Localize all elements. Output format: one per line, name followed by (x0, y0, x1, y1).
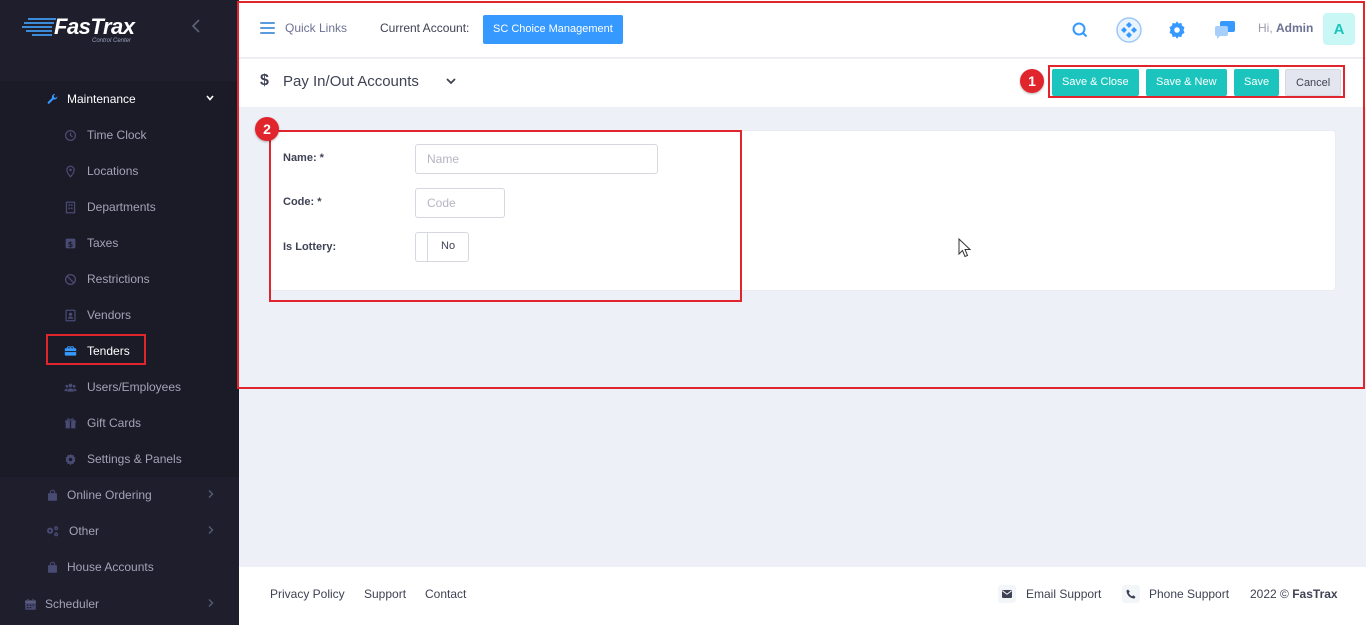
clock-icon (63, 128, 77, 142)
bag-icon (45, 488, 59, 502)
wrench-icon (45, 92, 59, 106)
fastrax-logo[interactable]: FasTrax Control Center (22, 12, 142, 46)
building-icon (63, 200, 77, 214)
top-header: Quick Links Current Account: SC Choice M… (239, 0, 1366, 58)
sidebar-item-locations[interactable]: Locations (0, 153, 239, 189)
user-greeting[interactable]: Hi, Admin (1258, 21, 1313, 35)
search-icon[interactable] (1066, 16, 1094, 44)
brand-name: FasTrax (54, 14, 135, 39)
user-name: Admin (1276, 21, 1314, 35)
users-icon (63, 380, 77, 394)
dollar-icon: $ (63, 236, 77, 250)
action-buttons-highlight-box (1048, 65, 1345, 98)
contact-icon (63, 308, 77, 322)
sidebar-item-settings-panels[interactable]: Settings & Panels (0, 441, 239, 477)
phone-support-link[interactable]: Phone Support (1149, 587, 1229, 601)
sidebar-item-online-ordering[interactable]: Online Ordering (0, 477, 239, 513)
sidebar-item-label: Users/Employees (87, 380, 182, 394)
bag-icon (45, 560, 59, 574)
sidebar-item-label: Time Clock (87, 128, 147, 142)
gears-icon (43, 524, 61, 538)
copyright-brand: FasTrax (1292, 587, 1338, 601)
chevron-right-icon (207, 489, 215, 502)
sidebar-item-time-clock[interactable]: Time Clock (0, 117, 239, 153)
current-account-label: Current Account: (380, 21, 470, 35)
sidebar-item-label: Vendors (87, 308, 132, 322)
sidebar-item-label: Online Ordering (67, 488, 152, 502)
map-pin-icon (63, 164, 77, 178)
tenders-highlight-box (46, 334, 146, 365)
annotation-badge-1: 1 (1020, 69, 1044, 93)
chevron-down-icon[interactable] (445, 75, 457, 87)
sidebar-item-other[interactable]: Other (0, 513, 239, 549)
greeting-prefix: Hi, (1258, 21, 1273, 35)
chevron-left-icon[interactable] (190, 18, 202, 39)
ban-icon (63, 272, 77, 286)
sidebar-item-maintenance[interactable]: Maintenance (0, 81, 239, 117)
sidebar-item-label: Locations (87, 164, 139, 178)
settings-gear-icon[interactable] (1163, 16, 1191, 44)
menu-icon[interactable] (260, 22, 275, 34)
svg-text:$: $ (67, 238, 73, 248)
email-support-link[interactable]: Email Support (1026, 587, 1101, 601)
quick-links-button[interactable]: Quick Links (285, 21, 347, 35)
sidebar-item-restrictions[interactable]: Restrictions (0, 261, 239, 297)
envelope-icon (998, 585, 1016, 603)
sidebar-item-label: House Accounts (67, 560, 154, 574)
gear-icon (63, 452, 77, 466)
app-switcher-icon[interactable] (1115, 16, 1143, 44)
sidebar-item-departments[interactable]: Departments (0, 189, 239, 225)
sidebar-item-label: Departments (87, 200, 156, 214)
chevron-right-icon (207, 525, 215, 538)
sidebar-item-taxes[interactable]: $ Taxes (0, 225, 239, 261)
sidebar-item-label: Restrictions (87, 272, 150, 286)
dollar-sign-icon: $ (260, 72, 269, 89)
support-link[interactable]: Support (364, 587, 406, 601)
chat-icon[interactable] (1211, 16, 1239, 44)
avatar[interactable]: A (1323, 13, 1355, 45)
page-title[interactable]: Pay In/Out Accounts (283, 73, 419, 90)
current-account-button[interactable]: SC Choice Management (483, 15, 623, 44)
annotation-badge-2: 2 (255, 117, 279, 141)
privacy-policy-link[interactable]: Privacy Policy (270, 587, 345, 601)
footer: Privacy Policy Support Contact Email Sup… (239, 567, 1366, 625)
chevron-right-icon (207, 598, 215, 611)
sidebar-item-house-accounts[interactable]: House Accounts (0, 549, 239, 585)
sidebar-item-label: Scheduler (45, 597, 100, 611)
sidebar-item-label: Taxes (87, 236, 119, 250)
form-fields-highlight-box (269, 130, 742, 302)
sidebar-item-gift-cards[interactable]: Gift Cards (0, 405, 239, 441)
sidebar-item-scheduler[interactable]: Scheduler (0, 586, 239, 622)
sidebar-item-users-employees[interactable]: Users/Employees (0, 369, 239, 405)
mouse-cursor-icon (958, 238, 972, 258)
sidebar-item-label: Maintenance (67, 92, 136, 106)
chevron-down-icon (205, 93, 215, 106)
sidebar-item-label: Gift Cards (87, 416, 142, 430)
gift-icon (63, 416, 77, 430)
copyright: 2022 © FasTrax (1250, 587, 1338, 601)
sidebar-item-vendors[interactable]: Vendors (0, 297, 239, 333)
brand-subtitle: Control Center (92, 38, 132, 44)
sidebar-item-label: Settings & Panels (87, 452, 182, 466)
copyright-prefix: 2022 © (1250, 587, 1289, 601)
contact-link[interactable]: Contact (425, 587, 466, 601)
sidebar: FasTrax Control Center Maintenance Time … (0, 0, 239, 625)
calendar-icon (23, 597, 37, 611)
logo-speed-lines-icon (22, 18, 56, 36)
sidebar-item-label: Other (69, 524, 100, 538)
phone-icon (1122, 585, 1140, 603)
